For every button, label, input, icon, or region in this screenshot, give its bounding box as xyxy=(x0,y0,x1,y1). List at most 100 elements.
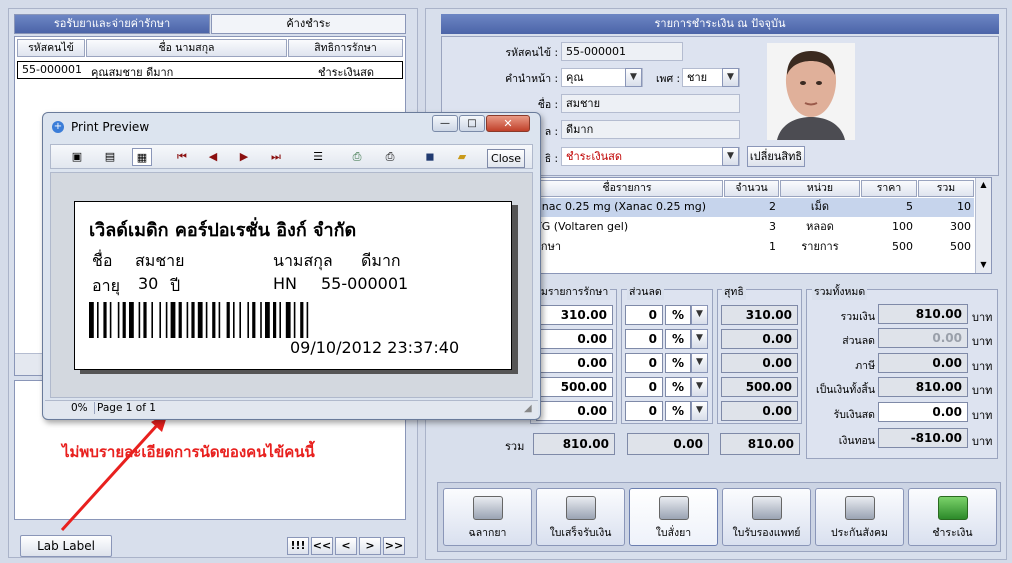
printer-icon xyxy=(472,496,503,520)
chevron-down-icon[interactable]: ▼ xyxy=(691,329,708,349)
button-label: ชำระเงิน xyxy=(932,527,973,539)
net-group-label: สุทธิ xyxy=(722,283,746,300)
sex-dropdown-icon[interactable]: ▼ xyxy=(722,68,739,87)
discount-unit-select[interactable]: % xyxy=(665,329,691,349)
item-row[interactable]: TG (Voltaren gel) 3 หลอด 100 300 xyxy=(531,218,974,237)
drug-label-button[interactable]: ฉลากยา xyxy=(443,488,532,546)
col-header-hn[interactable]: รหัสคนไข้ xyxy=(17,39,85,57)
money-icon xyxy=(937,496,968,520)
print-icon[interactable]: ⎙ xyxy=(380,148,400,166)
col-header-item-name[interactable]: ชื่อรายการ xyxy=(531,180,723,197)
barcode-bar xyxy=(260,302,262,338)
discount-input[interactable]: 0 xyxy=(625,401,663,421)
treatment-value[interactable]: 0.00 xyxy=(536,353,613,373)
nav-prev-button[interactable]: < xyxy=(335,537,357,555)
discount-input[interactable]: 0 xyxy=(625,377,663,397)
treatment-value[interactable]: 310.00 xyxy=(536,305,613,325)
fit-page-icon[interactable]: ▦ xyxy=(132,148,152,166)
discount-input[interactable]: 0 xyxy=(625,353,663,373)
barcode-bar xyxy=(151,302,153,338)
barcode-bar xyxy=(178,302,182,338)
item-unit: รายการ xyxy=(801,240,839,253)
cell-hn: 55-000001 xyxy=(22,63,82,76)
tab-outstanding[interactable]: ค้างชำระ xyxy=(211,14,406,34)
print-setup-icon[interactable]: ⎙ xyxy=(347,148,367,166)
close-icon[interactable]: ✕ xyxy=(486,115,530,132)
chevron-down-icon[interactable]: ▼ xyxy=(691,401,708,421)
total-unit: บาท xyxy=(972,384,993,397)
treatment-value[interactable]: 500.00 xyxy=(536,377,613,397)
sum-group-label: รวมทั้งหมด xyxy=(812,283,868,300)
discount-unit-select[interactable]: % xyxy=(665,401,691,421)
barcode-bar xyxy=(218,302,221,338)
medical-certificate-button[interactable]: ใบรับรองแพทย์ xyxy=(722,488,811,546)
barcode-bar xyxy=(252,302,256,338)
label-hn: 55-000001 xyxy=(321,274,409,293)
maximize-button[interactable]: □ xyxy=(459,115,485,132)
col-header-price[interactable]: ราคา xyxy=(861,180,917,197)
prefix-dropdown-icon[interactable]: ▼ xyxy=(625,68,642,87)
right-select[interactable]: ชำระเงินสด xyxy=(561,147,740,166)
item-row[interactable]: anac 0.25 mg (Xanac 0.25 mg) 2 เม็ด 5 10 xyxy=(531,198,974,217)
nav-last-button[interactable]: >> xyxy=(383,537,405,555)
prescription-button[interactable]: ใบสั่งยา xyxy=(629,488,718,546)
discount-input[interactable]: 0 xyxy=(625,305,663,325)
scrollbar-vertical[interactable]: ▲ ▼ xyxy=(975,178,991,273)
barcode-bar xyxy=(117,302,120,338)
col-header-qty[interactable]: จำนวน xyxy=(724,180,779,197)
treatment-value[interactable]: 0.00 xyxy=(536,329,613,349)
col-header-total[interactable]: รวม xyxy=(918,180,974,197)
item-row[interactable]: รักษา 1 รายการ 500 500 xyxy=(531,238,974,257)
single-page-icon[interactable]: ▣ xyxy=(67,148,87,166)
cash-received-input[interactable]: 0.00 xyxy=(878,402,968,422)
printer-icon xyxy=(565,496,596,520)
open-folder-icon[interactable]: ▰ xyxy=(452,148,472,166)
col-header-right[interactable]: สิทธิการรักษา xyxy=(288,39,403,57)
receipt-button[interactable]: ใบเสร็จรับเงิน xyxy=(536,488,625,546)
save-icon[interactable]: ◼ xyxy=(420,148,440,166)
button-label: ประกันสังคม xyxy=(831,527,888,539)
minimize-button[interactable]: — xyxy=(432,115,458,132)
change-right-button[interactable]: เปลี่ยนสิทธิ xyxy=(747,146,805,167)
chevron-down-icon[interactable]: ▼ xyxy=(691,353,708,373)
last-page-icon[interactable]: ⏭ xyxy=(266,148,286,166)
multi-page-icon[interactable]: ▤ xyxy=(100,148,120,166)
barcode-bar xyxy=(247,302,249,338)
printer-icon xyxy=(844,496,875,520)
tab-waiting[interactable]: รอรับยาและจ่ายค่ารักษา xyxy=(14,14,210,34)
discount-unit-select[interactable]: % xyxy=(665,377,691,397)
prev-page-icon[interactable]: ◀ xyxy=(203,148,223,166)
patient-photo xyxy=(767,43,855,140)
label-age-caption: อายุ xyxy=(92,276,120,295)
lab-label-button[interactable]: Lab Label xyxy=(20,535,112,557)
nav-first-button[interactable]: << xyxy=(311,537,333,555)
label-page: เวิลด์เมดิก คอร์ปอเรชั่น อิงก์ จำกัด ชื่… xyxy=(74,201,512,370)
label-age: 30 xyxy=(138,274,159,293)
item-name: TG (Voltaren gel) xyxy=(535,220,629,233)
page-setup-icon[interactable]: ☰ xyxy=(308,148,328,166)
item-price: 100 xyxy=(892,220,913,233)
total-label: รวมเงิน xyxy=(840,311,875,323)
table-row[interactable]: 55-000001 คุณสมชาย ดีมาก ชำระเงินสด xyxy=(17,61,403,79)
social-security-button[interactable]: ประกันสังคม xyxy=(815,488,904,546)
nav-all-button[interactable]: !!! xyxy=(287,537,309,555)
col-header-unit[interactable]: หน่วย xyxy=(780,180,860,197)
chevron-down-icon[interactable]: ▼ xyxy=(691,377,708,397)
discount-unit-select[interactable]: % xyxy=(665,305,691,325)
next-page-icon[interactable]: ▶ xyxy=(234,148,254,166)
close-preview-button[interactable]: Close xyxy=(487,149,525,168)
barcode-bar xyxy=(239,302,241,338)
treatment-value[interactable]: 0.00 xyxy=(536,401,613,421)
first-page-icon[interactable]: ⏮ xyxy=(172,148,192,166)
pay-button[interactable]: ชำระเงิน xyxy=(908,488,997,546)
chevron-down-icon[interactable]: ▼ xyxy=(691,305,708,325)
right-dropdown-icon[interactable]: ▼ xyxy=(722,147,739,166)
nav-next-button[interactable]: > xyxy=(359,537,381,555)
resize-grip-icon[interactable]: ◢ xyxy=(524,403,532,414)
dialog-title: Print Preview xyxy=(71,120,150,134)
discount-unit-select[interactable]: % xyxy=(665,353,691,373)
label-company: เวิลด์เมดิก คอร์ปอเรชั่น อิงก์ จำกัด xyxy=(89,220,357,241)
discount-input[interactable]: 0 xyxy=(625,329,663,349)
col-header-name[interactable]: ชื่อ นามสกุล xyxy=(86,39,287,57)
barcode-bar xyxy=(97,302,99,338)
